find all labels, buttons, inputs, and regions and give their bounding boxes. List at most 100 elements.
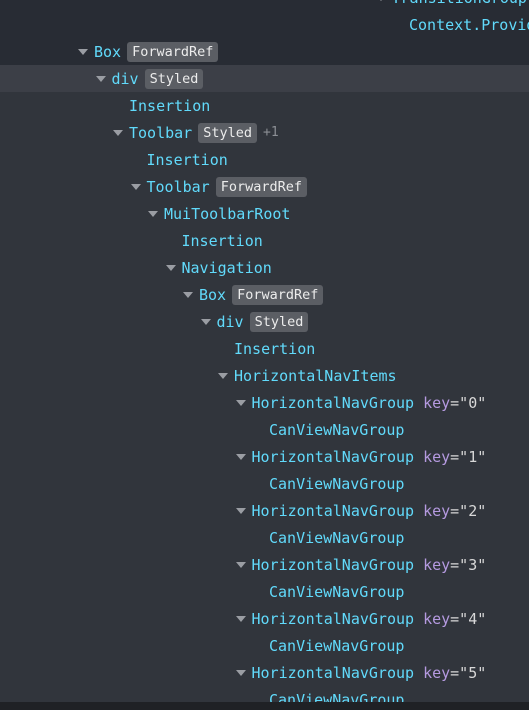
tree-row[interactable]: CanViewNavGroup bbox=[0, 524, 529, 551]
component-name: HorizontalNavGroup bbox=[251, 555, 415, 574]
tree-row[interactable]: HorizontalNavGroup key ="4" bbox=[0, 605, 529, 632]
tree-row[interactable]: CanViewNavGroup bbox=[0, 686, 529, 702]
expand-arrow-icon[interactable] bbox=[148, 211, 158, 217]
key-prop-value: ="1" bbox=[450, 447, 487, 466]
tree-row[interactable]: Insertion bbox=[0, 146, 529, 173]
component-name: Toolbar bbox=[129, 123, 193, 142]
tree-row-content: CanViewNavGroup bbox=[269, 578, 404, 605]
tree-row[interactable]: HorizontalNavGroup key ="5" bbox=[0, 659, 529, 686]
component-name: Insertion bbox=[234, 339, 316, 358]
tree-row[interactable]: TransitionGroup bbox=[0, 0, 529, 11]
expand-arrow-icon[interactable] bbox=[165, 265, 176, 271]
expand-arrow-icon[interactable] bbox=[235, 400, 246, 406]
tree-row[interactable]: Insertion bbox=[0, 227, 529, 254]
tree-row[interactable]: Box ForwardRef bbox=[0, 38, 529, 65]
expand-arrow-icon[interactable] bbox=[235, 562, 246, 568]
tree-row-content: CanViewNavGroup bbox=[269, 524, 404, 551]
hoc-badge: ForwardRef bbox=[215, 176, 307, 197]
key-prop-name: key bbox=[423, 501, 451, 520]
tree-row[interactable]: HorizontalNavGroup key ="0" bbox=[0, 389, 529, 416]
expand-arrow-icon[interactable] bbox=[130, 184, 141, 190]
expand-arrow-icon[interactable] bbox=[235, 454, 246, 460]
component-name: Toolbar bbox=[146, 177, 210, 196]
tree-row[interactable]: HorizontalNavGroup key ="1" bbox=[0, 443, 529, 470]
expand-arrow-icon[interactable] bbox=[218, 373, 228, 379]
hoc-badge: ForwardRef bbox=[232, 284, 324, 305]
tree-row-content: MuiToolbarRoot bbox=[164, 200, 290, 227]
tree-row-content: Toolbar Styled +1 bbox=[129, 119, 279, 146]
expand-arrow-icon[interactable] bbox=[200, 319, 211, 325]
component-name: HorizontalNavItems bbox=[234, 366, 397, 385]
component-name: HorizontalNavGroup bbox=[251, 447, 415, 466]
tree-row-content: TransitionGroup bbox=[392, 0, 527, 11]
component-name: Box bbox=[199, 285, 227, 304]
hoc-badge: Styled bbox=[198, 122, 257, 143]
tree-row-content: Insertion bbox=[234, 335, 315, 362]
tree-row-content: HorizontalNavGroup key ="3" bbox=[252, 551, 487, 578]
component-name: Context.Provider bbox=[409, 15, 529, 34]
tree-row[interactable]: HorizontalNavItems bbox=[0, 362, 529, 389]
tree-row-content: Insertion bbox=[147, 146, 228, 173]
tree-row-content: Box ForwardRef bbox=[199, 281, 324, 308]
tree-row[interactable]: Toolbar ForwardRef bbox=[0, 173, 529, 200]
component-name: CanViewNavGroup bbox=[269, 528, 405, 547]
tree-row[interactable]: Box ForwardRef bbox=[0, 281, 529, 308]
tree-row[interactable]: div Styled bbox=[0, 308, 529, 335]
tree-row-content: div Styled bbox=[217, 308, 309, 335]
component-name: Insertion bbox=[146, 150, 228, 169]
tree-row-content: CanViewNavGroup bbox=[269, 686, 404, 703]
expand-arrow-icon[interactable] bbox=[235, 616, 246, 622]
tree-row-content: HorizontalNavGroup key ="4" bbox=[252, 605, 487, 632]
component-name: Navigation bbox=[181, 258, 272, 277]
component-name: MuiToolbarRoot bbox=[164, 204, 291, 223]
component-name: HorizontalNavGroup bbox=[251, 393, 415, 412]
expand-arrow-icon[interactable] bbox=[235, 670, 246, 676]
key-prop-value: ="0" bbox=[450, 393, 487, 412]
component-name: HorizontalNavGroup bbox=[251, 501, 415, 520]
hoc-badge: Styled bbox=[144, 68, 204, 89]
expand-arrow-icon[interactable] bbox=[78, 49, 88, 55]
tree-row-content: HorizontalNavGroup key ="0" bbox=[252, 389, 487, 416]
key-prop-name: key bbox=[423, 555, 451, 574]
tree-row[interactable]: Navigation bbox=[0, 254, 529, 281]
component-name: CanViewNavGroup bbox=[269, 636, 405, 655]
tree-row-content: CanViewNavGroup bbox=[269, 416, 404, 443]
expand-arrow-icon[interactable] bbox=[95, 76, 106, 82]
tree-row[interactable]: Insertion bbox=[0, 92, 529, 119]
tree-row-content: Insertion bbox=[129, 92, 210, 119]
tree-row[interactable]: HorizontalNavGroup key ="3" bbox=[0, 551, 529, 578]
expand-arrow-icon[interactable] bbox=[113, 130, 123, 136]
hoc-badge: ForwardRef bbox=[127, 41, 219, 62]
tree-row[interactable]: HorizontalNavGroup key ="2" bbox=[0, 497, 529, 524]
tree-row[interactable]: CanViewNavGroup bbox=[0, 632, 529, 659]
tree-row[interactable]: CanViewNavGroup bbox=[0, 578, 529, 605]
component-name: div bbox=[216, 312, 244, 331]
tree-row[interactable]: MuiToolbarRoot bbox=[0, 200, 529, 227]
tree-row[interactable]: Context.Provider bbox=[0, 11, 529, 38]
component-name: CanViewNavGroup bbox=[269, 582, 405, 601]
tree-row-content: CanViewNavGroup bbox=[269, 632, 404, 659]
tree-row-content: Context.Provider bbox=[409, 11, 529, 38]
tree-row-content: Toolbar ForwardRef bbox=[146, 173, 307, 200]
tree-row[interactable]: Insertion bbox=[0, 335, 529, 362]
component-name: CanViewNavGroup bbox=[269, 474, 405, 493]
tree-row-content: HorizontalNavGroup key ="2" bbox=[252, 497, 487, 524]
component-name: Insertion bbox=[129, 96, 211, 115]
expand-arrow-icon[interactable] bbox=[375, 0, 386, 1]
tree-row-content: CanViewNavGroup bbox=[269, 470, 404, 497]
key-prop-name: key bbox=[423, 609, 451, 628]
tree-row[interactable]: Toolbar Styled +1 bbox=[0, 119, 529, 146]
key-prop-name: key bbox=[423, 393, 451, 412]
tree-row[interactable]: CanViewNavGroup bbox=[0, 416, 529, 443]
component-name: CanViewNavGroup bbox=[269, 420, 405, 439]
key-prop-name: key bbox=[423, 663, 451, 682]
hoc-badge: Styled bbox=[249, 311, 309, 332]
component-name: div bbox=[111, 69, 139, 88]
tree-row-content: HorizontalNavGroup key ="5" bbox=[252, 659, 487, 686]
tree-row[interactable]: CanViewNavGroup bbox=[0, 470, 529, 497]
expand-arrow-icon[interactable] bbox=[183, 292, 193, 298]
tree-row-selected[interactable]: div Styled bbox=[0, 65, 529, 92]
expand-arrow-icon[interactable] bbox=[235, 508, 246, 514]
hoc-extra-count: +1 bbox=[263, 125, 279, 140]
key-prop-value: ="2" bbox=[450, 501, 487, 520]
